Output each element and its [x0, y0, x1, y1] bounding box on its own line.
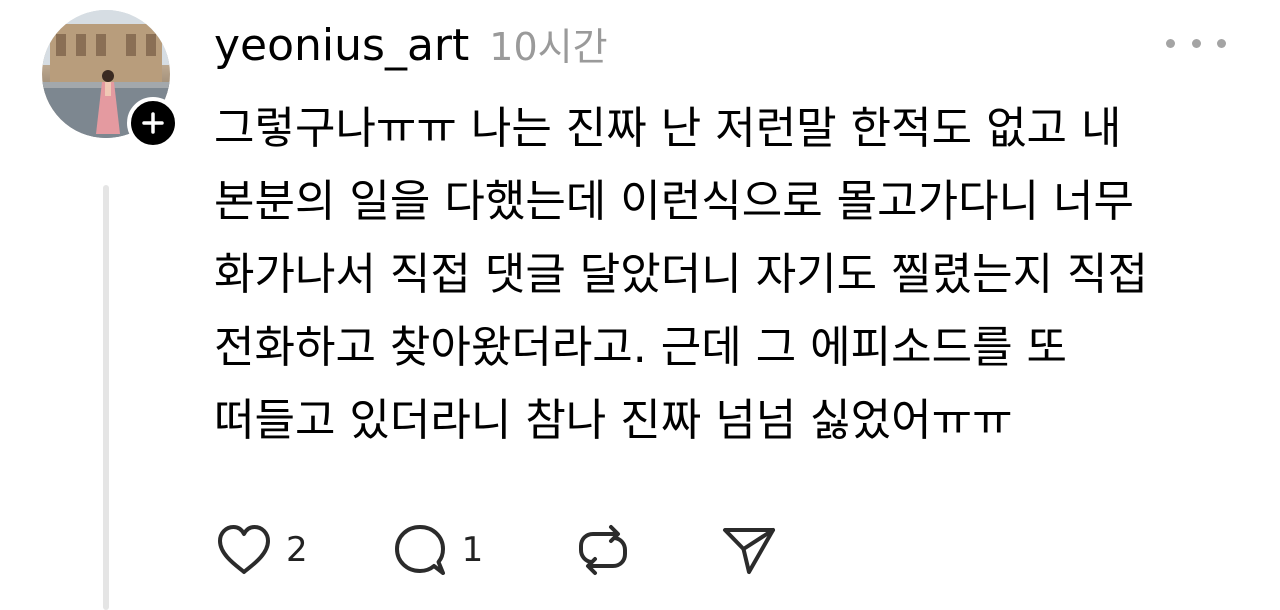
share-button[interactable] — [719, 522, 779, 578]
more-dots-icon — [1166, 38, 1175, 48]
thread-line — [103, 185, 109, 610]
send-icon — [723, 528, 776, 574]
timestamp: 10시간 — [489, 25, 608, 69]
more-options-button[interactable] — [1166, 28, 1226, 58]
username[interactable]: yeonius_art — [214, 14, 469, 78]
action-bar: 2 1 — [214, 518, 779, 582]
post-body-line: 본분의 일을 다했는데 이런식으로 몰고가다니 너무 — [214, 176, 1135, 227]
post-body-line: 그렇구나ㅠㅠ 나는 진짜 난 저런말 한적도 없고 내 — [214, 103, 1122, 154]
post-body-line: 떠들고 있더라니 참나 진짜 넘넘 싫었어ㅠㅠ — [214, 395, 1013, 446]
post-body-line: 전화하고 찾아왔더라고. 근데 그 에피소드를 또 — [214, 322, 1068, 373]
repost-icon — [579, 525, 628, 575]
reply-button[interactable]: 1 — [390, 522, 484, 578]
comment-icon — [394, 525, 445, 575]
repost-button[interactable] — [573, 522, 633, 578]
post-body: 그렇구나ㅠㅠ 나는 진짜 난 저런말 한적도 없고 내 본분의 일을 다했는데 … — [214, 92, 1254, 457]
heart-icon — [218, 525, 270, 574]
plus-icon — [142, 112, 164, 134]
more-dots-icon — [1191, 38, 1201, 48]
post-body-line: 화가나서 직접 댓글 달았더니 자기도 찔렸는지 직접 — [214, 249, 1148, 300]
more-dots-icon — [1217, 38, 1226, 48]
like-count: 2 — [286, 530, 308, 570]
follow-button[interactable] — [127, 97, 179, 149]
post-header: yeonius_art 10시간 — [214, 14, 608, 78]
like-button[interactable]: 2 — [214, 522, 308, 578]
reply-count: 1 — [461, 530, 484, 570]
